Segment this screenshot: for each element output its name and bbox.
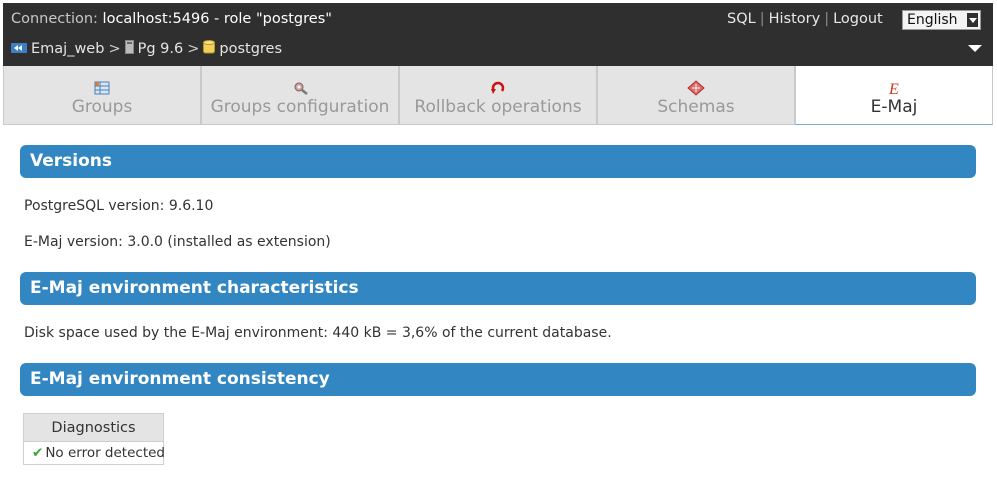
breadcrumb-separator: >	[187, 41, 200, 57]
consistency-header: E-Maj environment consistency	[20, 363, 976, 396]
app-icon	[11, 42, 27, 58]
top-links: SQL | History | Logout	[723, 11, 887, 27]
language-value: English	[907, 12, 958, 28]
diagnostics-table: Diagnostics ✔ No error detected	[23, 413, 165, 465]
tab-label: Rollback operations	[414, 97, 582, 117]
tab-label: Groups	[71, 97, 133, 117]
table-row: ✔ No error detected	[24, 442, 165, 464]
tab-bar: Groups Groups configuration Rollback ope…	[3, 66, 993, 125]
tab-schemas[interactable]: Schemas	[597, 66, 795, 125]
rollback-icon	[489, 80, 507, 96]
emaj-version: E-Maj version: 3.0.0 (installed as exten…	[24, 234, 331, 250]
tab-groups[interactable]: Groups	[3, 66, 201, 125]
tab-label: E-Maj	[870, 97, 918, 117]
language-select[interactable]: English	[902, 10, 981, 30]
history-link[interactable]: History	[765, 11, 825, 27]
environment-header: E-Maj environment characteristics	[20, 272, 976, 305]
emaj-icon: E	[885, 80, 903, 98]
top-bar: Connection: localhost:5496 - role "postg…	[3, 3, 993, 66]
config-icon	[291, 80, 309, 96]
separator: |	[759, 11, 765, 27]
sql-link[interactable]: SQL	[723, 11, 760, 27]
logout-link[interactable]: Logout	[829, 11, 887, 27]
breadcrumb-server[interactable]: Pg 9.6	[138, 41, 184, 57]
breadcrumb-separator: >	[108, 41, 121, 57]
breadcrumb-database[interactable]: postgres	[219, 41, 282, 57]
postgres-version: PostgreSQL version: 9.6.10	[24, 198, 214, 214]
tab-label: Schemas	[657, 97, 735, 117]
database-icon	[203, 40, 216, 58]
diagnostic-result: No error detected	[45, 445, 165, 461]
connection-info: Connection: localhost:5496 - role "postg…	[11, 11, 332, 27]
connection-role: - role "postgres"	[209, 11, 332, 27]
breadcrumb-app[interactable]: Emaj_web	[31, 41, 104, 57]
check-icon: ✔	[32, 445, 44, 461]
svg-text:E: E	[888, 81, 899, 96]
schemas-icon	[687, 80, 705, 96]
disk-space-info: Disk space used by the E-Maj environment…	[24, 325, 612, 341]
tab-label: Groups configuration	[210, 97, 390, 117]
tab-groups-configuration[interactable]: Groups configuration	[201, 66, 399, 125]
versions-header: Versions	[20, 145, 976, 178]
server-icon	[124, 40, 134, 58]
groups-icon	[93, 80, 111, 96]
diagnostics-column-header: Diagnostics	[24, 414, 163, 442]
chevron-down-icon	[967, 13, 978, 27]
breadcrumb: Emaj_web > Pg 9.6 > postgres	[11, 40, 282, 58]
tab-rollback-operations[interactable]: Rollback operations	[399, 66, 597, 125]
connection-host: localhost:5496	[102, 11, 210, 27]
connection-prefix: Connection:	[11, 11, 103, 27]
tab-emaj[interactable]: E E-Maj	[795, 66, 993, 125]
chevron-down-icon[interactable]	[968, 45, 982, 52]
